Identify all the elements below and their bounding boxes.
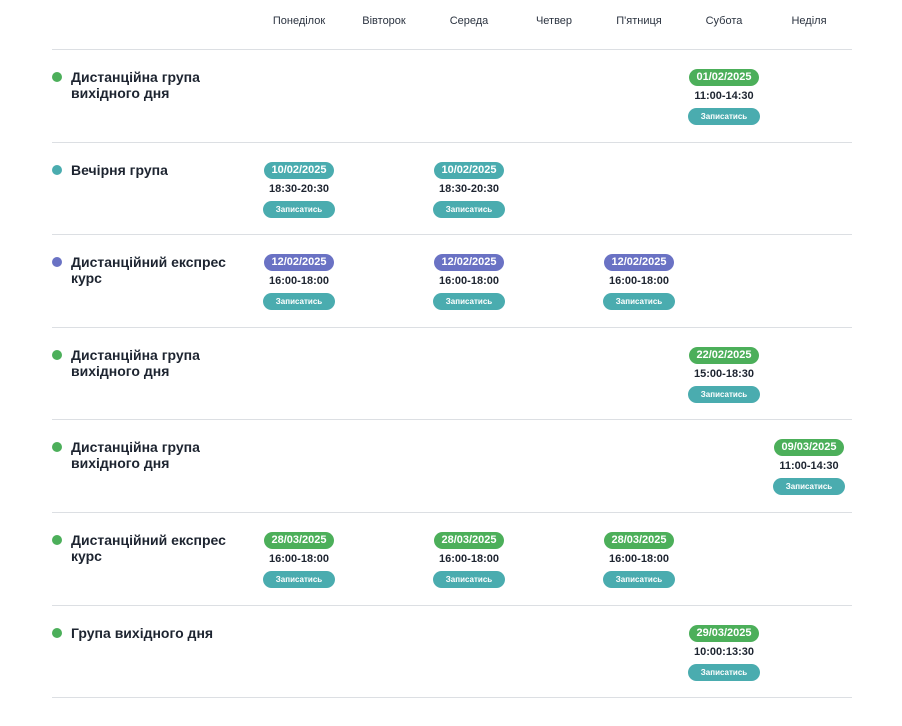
day-header-6: Неділя [791,15,827,27]
row-divider [52,697,852,698]
day-header-5: Субота [705,15,743,27]
date-badge: 28/03/2025 [264,532,334,549]
session-slot: 12/02/2025 16:00-18:00 Записатись [424,254,514,310]
row-divider [52,419,852,420]
session-time: 18:30-20:30 [269,183,329,195]
signup-button[interactable]: Записатись [688,108,760,125]
session-slot: 29/03/2025 10:00:13:30 Записатись [679,625,769,681]
signup-button[interactable]: Записатись [603,571,675,588]
date-badge: 01/02/2025 [689,69,759,86]
date-badge: 28/03/2025 [434,532,504,549]
signup-button[interactable]: Записатись [688,386,760,403]
session-slot: 10/02/2025 18:30-20:30 Записатись [254,162,344,218]
signup-button[interactable]: Записатись [263,293,335,310]
session-slot: 12/02/2025 16:00-18:00 Записатись [594,254,684,310]
group-title: Дистанційна група вихідного дня [71,347,200,379]
signup-button[interactable]: Записатись [263,201,335,218]
signup-button[interactable]: Записатись [603,293,675,310]
date-badge: 10/02/2025 [434,162,504,179]
session-slot: 28/03/2025 16:00-18:00 Записатись [594,532,684,588]
group-color-dot [52,165,62,175]
group-color-dot [52,72,62,82]
signup-button[interactable]: Записатись [263,571,335,588]
row-divider [52,327,852,328]
signup-button[interactable]: Записатись [433,201,505,218]
date-badge: 09/03/2025 [774,439,844,456]
group-color-dot [52,442,62,452]
group-title: Дистанційна група вихідного дня [71,439,200,471]
session-time: 15:00-18:30 [694,368,754,380]
day-header-3: Четвер [535,15,573,27]
row-divider [52,49,852,50]
group-title: Група вихідного дня [71,625,214,641]
day-header-4: П'ятниця [616,15,662,27]
session-slot: 12/02/2025 16:00-18:00 Записатись [254,254,344,310]
row-divider [52,512,852,513]
day-header-1: Вівторок [362,15,406,27]
session-slot: 28/03/2025 16:00-18:00 Записатись [424,532,514,588]
group-title: Дистанційна група вихідного дня [71,69,200,101]
row-divider [52,234,852,235]
date-badge: 12/02/2025 [604,254,674,271]
signup-button[interactable]: Записатись [773,478,845,495]
group-color-dot [52,350,62,360]
session-time: 11:00-14:30 [779,460,839,472]
group-title: Дистанційний експрес курс [71,254,226,286]
signup-button[interactable]: Записатись [688,664,760,681]
group-color-dot [52,628,62,638]
session-time: 16:00-18:00 [609,275,669,287]
group-color-dot [52,535,62,545]
day-header-0: Понеділок [272,15,326,27]
session-slot: 10/02/2025 18:30-20:30 Записатись [424,162,514,218]
session-time: 16:00-18:00 [269,275,329,287]
day-header-2: Середа [449,15,489,27]
date-badge: 12/02/2025 [264,254,334,271]
session-time: 16:00-18:00 [439,275,499,287]
session-slot: 22/02/2025 15:00-18:30 Записатись [679,347,769,403]
group-color-dot [52,257,62,267]
session-time: 16:00-18:00 [269,553,329,565]
signup-button[interactable]: Записатись [433,293,505,310]
date-badge: 28/03/2025 [604,532,674,549]
date-badge: 22/02/2025 [689,347,759,364]
date-badge: 10/02/2025 [264,162,334,179]
session-slot: 28/03/2025 16:00-18:00 Записатись [254,532,344,588]
session-time: 16:00-18:00 [439,553,499,565]
session-time: 16:00-18:00 [609,553,669,565]
group-title: Вечірня група [71,162,168,178]
session-time: 18:30-20:30 [439,183,499,195]
session-slot: 09/03/2025 11:00-14:30 Записатись [764,439,854,495]
group-title: Дистанційний експрес курс [71,532,226,564]
date-badge: 29/03/2025 [689,625,759,642]
session-time: 11:00-14:30 [694,90,754,102]
date-badge: 12/02/2025 [434,254,504,271]
session-slot: 01/02/2025 11:00-14:30 Записатись [679,69,769,125]
session-time: 10:00:13:30 [694,646,754,658]
signup-button[interactable]: Записатись [433,571,505,588]
row-divider [52,605,852,606]
row-divider [52,142,852,143]
